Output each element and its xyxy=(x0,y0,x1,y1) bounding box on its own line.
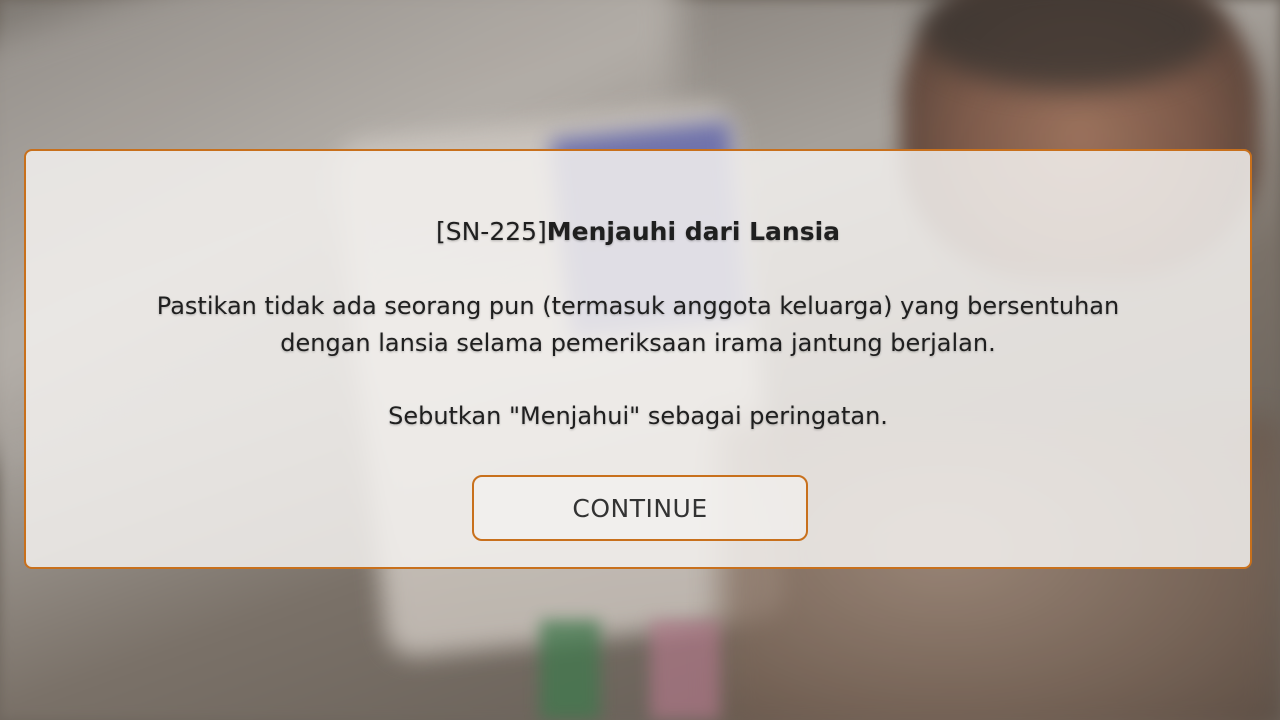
continue-button[interactable]: CONTINUE xyxy=(472,475,808,541)
dialog-body-line-1: Pastikan tidak ada seorang pun (termasuk… xyxy=(156,292,1120,320)
dialog-body-line-2: dengan lansia selama pemeriksaan irama j… xyxy=(280,329,996,357)
instruction-dialog: [SN-225]Menjauhi dari Lansia Pastikan ti… xyxy=(24,149,1252,569)
background-pink-patch xyxy=(650,620,720,720)
dialog-title: [SN-225]Menjauhi dari Lansia xyxy=(26,215,1250,249)
dialog-body: Pastikan tidak ada seorang pun (termasuk… xyxy=(106,288,1170,362)
background-green-patch xyxy=(540,620,600,720)
dialog-title-name: Menjauhi dari Lansia xyxy=(546,217,841,246)
dialog-title-code: [SN-225] xyxy=(435,217,547,246)
dialog-note: Sebutkan "Menjahui" sebagai peringatan. xyxy=(388,402,888,430)
